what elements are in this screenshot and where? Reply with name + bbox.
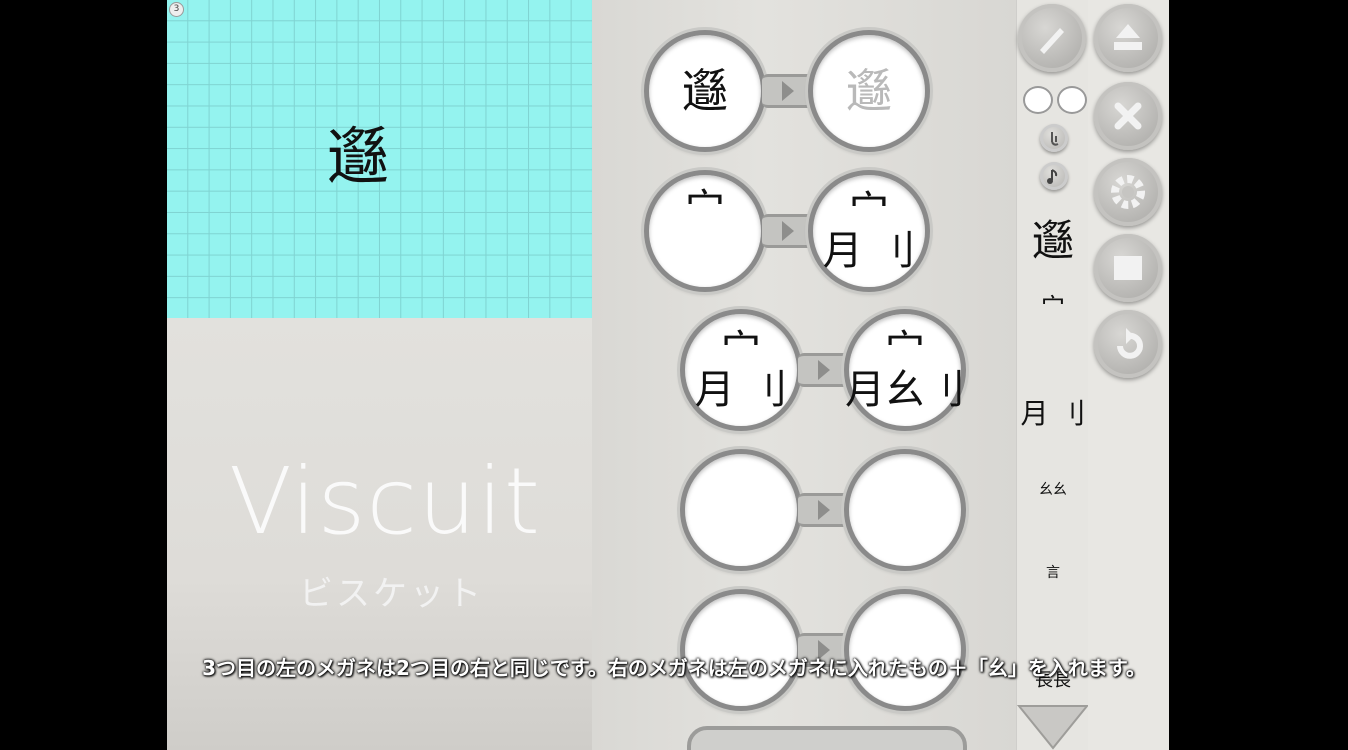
- glasses-lens-right[interactable]: 邎: [808, 30, 930, 152]
- stage-canvas[interactable]: 3 邎: [167, 0, 592, 318]
- app-logo: Viscuit: [229, 448, 541, 555]
- glasses-lens-right[interactable]: [844, 449, 966, 571]
- palette-part-3[interactable]: 月 刂: [1017, 400, 1089, 428]
- logo-area: Viscuit ビスケット: [167, 318, 592, 750]
- palette-part-1[interactable]: 邎: [1017, 220, 1089, 262]
- glasses-lens-left[interactable]: 宀 月 刂: [680, 309, 802, 431]
- palette-part-4[interactable]: 幺幺: [1017, 483, 1089, 497]
- glasses-rule-4[interactable]: [680, 449, 966, 571]
- palette-scroll-down-icon[interactable]: [1016, 704, 1090, 750]
- glasses-rule-1[interactable]: 邎 邎: [644, 30, 930, 152]
- glasses-list: 邎 邎 宀 宀 月 刂 宀 月 刂 宀 月幺刂: [592, 0, 1016, 750]
- close-icon[interactable]: [1094, 82, 1162, 150]
- new-glasses-button[interactable]: [1021, 86, 1087, 114]
- glasses-lens-left[interactable]: [680, 449, 802, 571]
- lens-glyph: 宀 月 刂: [694, 327, 788, 413]
- undo-icon[interactable]: [1094, 310, 1162, 378]
- upload-icon[interactable]: [1094, 4, 1162, 72]
- tool-buttons: [1018, 0, 1169, 750]
- glasses-lens-left[interactable]: 宀: [644, 170, 766, 292]
- lens-glyph: 邎: [682, 64, 728, 118]
- music-note-icon[interactable]: [1040, 162, 1068, 190]
- stage-sprite[interactable]: 邎: [327, 126, 389, 188]
- glasses-lens-right[interactable]: 宀 月幺刂: [844, 309, 966, 431]
- blank-card-icon[interactable]: [1094, 234, 1162, 302]
- lens-glyph: 宀: [685, 186, 725, 232]
- lens-glyph: [685, 594, 797, 706]
- lens-glyph: [849, 454, 961, 566]
- stage-number-badge[interactable]: 3: [169, 2, 184, 17]
- app-logo-subtitle: ビスケット: [299, 574, 484, 614]
- glasses-lens-right[interactable]: 宀 月 刂: [808, 170, 930, 292]
- lens-glyph: 宀 月 刂: [822, 188, 916, 274]
- glasses-rule-6-partial[interactable]: [687, 726, 967, 750]
- lens-glyph: 邎: [846, 64, 892, 118]
- touch-icon[interactable]: [1040, 124, 1068, 152]
- pencil-icon[interactable]: [1018, 4, 1086, 72]
- lens-glyph: [849, 594, 961, 706]
- glasses-lens-right[interactable]: [844, 589, 966, 711]
- glasses-bridge-arrow: [798, 493, 850, 527]
- glasses-rule-3[interactable]: 宀 月 刂 宀 月幺刂: [680, 309, 966, 431]
- viscuit-app: 3 邎 Viscuit ビスケット 邎 邎 宀 宀 月 刂 宀 月 刂 宀 月幺…: [167, 0, 1169, 750]
- glasses-rule-5[interactable]: [680, 589, 966, 711]
- glasses-bridge-arrow: [762, 74, 814, 108]
- palette-part-2[interactable]: 宀: [1017, 295, 1089, 319]
- glasses-rule-2[interactable]: 宀 宀 月 刂: [644, 170, 930, 292]
- glasses-bridge-arrow: [762, 214, 814, 248]
- glasses-bridge-arrow: [798, 353, 850, 387]
- glasses-lens-left[interactable]: [680, 589, 802, 711]
- palette-part-5[interactable]: 言: [1017, 566, 1089, 580]
- lens-glyph: 宀 月幺刂: [845, 327, 965, 413]
- subtitle-caption: 3つ目の左のメガネは2つ目の右と同じです。右のメガネは左のメガネに入れたもの＋「…: [202, 656, 1146, 680]
- gear-icon[interactable]: [1094, 158, 1162, 226]
- lens-glyph: [685, 454, 797, 566]
- parts-palette: 邎 宀 月 刂 幺幺 言 長長: [1016, 0, 1090, 750]
- glasses-lens-left[interactable]: 邎: [644, 30, 766, 152]
